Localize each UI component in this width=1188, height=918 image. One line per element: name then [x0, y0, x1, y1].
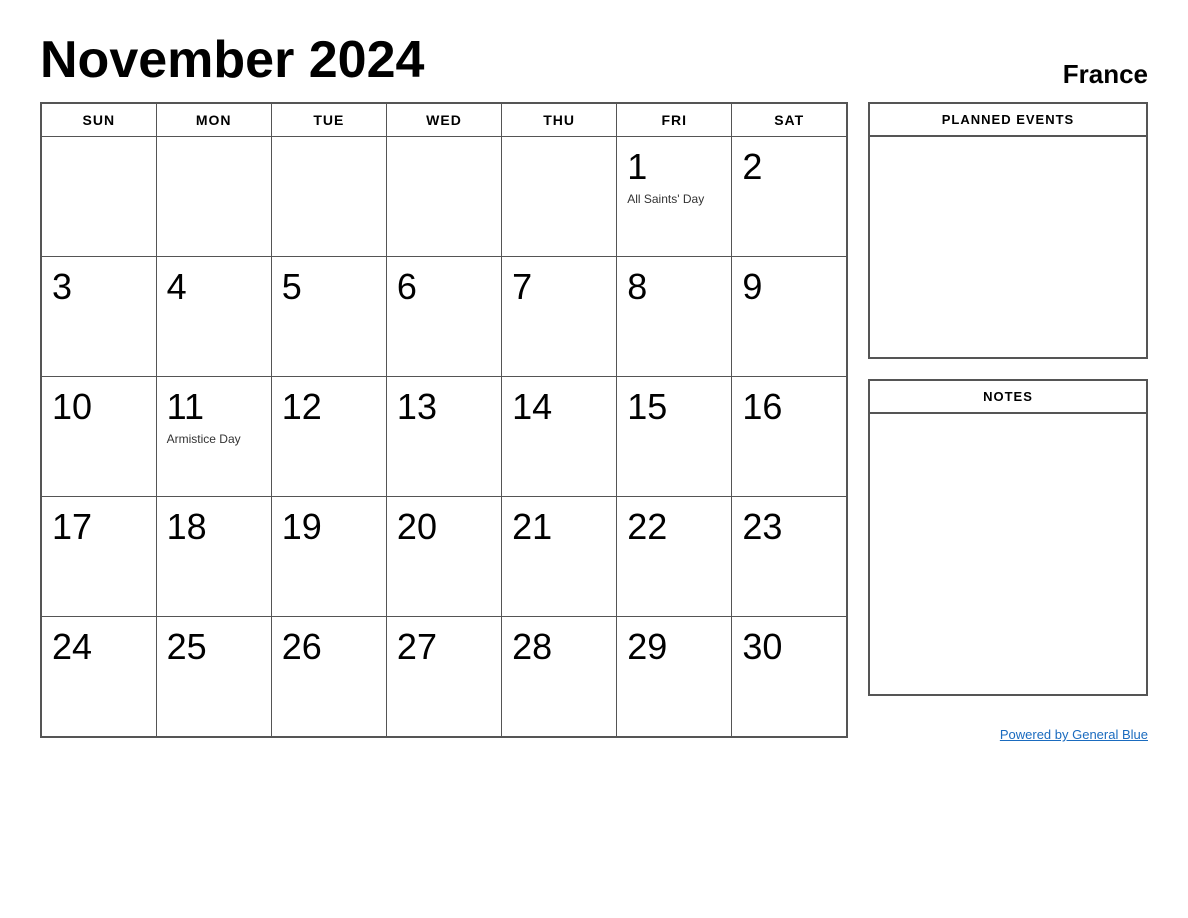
- calendar-cell: 14: [502, 377, 617, 497]
- calendar-table: SUNMONTUEWEDTHUFRISAT 1All Saints' Day23…: [40, 102, 848, 738]
- weekday-header-sat: SAT: [732, 103, 847, 137]
- day-number: 25: [167, 625, 261, 668]
- calendar-cell: 27: [386, 617, 501, 737]
- calendar-cell: 18: [156, 497, 271, 617]
- calendar-week-0: 1 All Saints' Day 2: [41, 137, 847, 257]
- calendar-cell: 4: [156, 257, 271, 377]
- notes-content: [870, 414, 1146, 694]
- calendar-cell: [41, 137, 156, 257]
- day-number: 16: [742, 385, 836, 428]
- calendar-cell: 29: [617, 617, 732, 737]
- day-number: 20: [397, 505, 491, 548]
- planned-events-box: PLANNED EVENTS: [868, 102, 1148, 359]
- planned-events-content: [870, 137, 1146, 357]
- calendar-cell: 9: [732, 257, 847, 377]
- calendar-cell: [156, 137, 271, 257]
- weekday-header-sun: SUN: [41, 103, 156, 137]
- calendar-cell: 28: [502, 617, 617, 737]
- calendar-cell: 15: [617, 377, 732, 497]
- calendar-cell: 3: [41, 257, 156, 377]
- day-number: 14: [512, 385, 606, 428]
- day-number: 17: [52, 505, 146, 548]
- calendar-cell: 23: [732, 497, 847, 617]
- weekday-header-thu: THU: [502, 103, 617, 137]
- calendar-cell: 20: [386, 497, 501, 617]
- day-number: 4: [167, 265, 261, 308]
- calendar-cell: 10: [41, 377, 156, 497]
- calendar-cell: 12: [271, 377, 386, 497]
- day-number: 3: [52, 265, 146, 308]
- day-number: 24: [52, 625, 146, 668]
- main-layout: SUNMONTUEWEDTHUFRISAT 1All Saints' Day23…: [40, 102, 1148, 744]
- sidebar: PLANNED EVENTS NOTES Powered by General …: [868, 102, 1148, 744]
- day-number: 13: [397, 385, 491, 428]
- calendar-week-2: 10 11 Armistice Day 12 13 14 15 16: [41, 377, 847, 497]
- day-number: 19: [282, 505, 376, 548]
- day-number: 23: [742, 505, 836, 548]
- calendar-cell: 16: [732, 377, 847, 497]
- calendar-cell: 19: [271, 497, 386, 617]
- day-number: 30: [742, 625, 836, 668]
- notes-header: NOTES: [870, 381, 1146, 414]
- calendar-cell: 1 All Saints' Day: [617, 137, 732, 257]
- day-number: 26: [282, 625, 376, 668]
- calendar-cell: 24: [41, 617, 156, 737]
- calendar-cell: 2: [732, 137, 847, 257]
- day-number: 21: [512, 505, 606, 548]
- weekday-header-mon: MON: [156, 103, 271, 137]
- calendar-cell: 30: [732, 617, 847, 737]
- calendar-week-3: 17 18 19 20 21 22 23: [41, 497, 847, 617]
- calendar-cell: 26: [271, 617, 386, 737]
- calendar-week-4: 24 25 26 27 28 29 30: [41, 617, 847, 737]
- day-number: 8: [627, 265, 721, 308]
- day-number: 9: [742, 265, 836, 308]
- weekday-header-wed: WED: [386, 103, 501, 137]
- day-number: 5: [282, 265, 376, 308]
- footer: Powered by General Blue: [868, 726, 1148, 744]
- day-number: 10: [52, 385, 146, 428]
- day-number: 22: [627, 505, 721, 548]
- day-number: 2: [742, 145, 836, 188]
- planned-events-header: PLANNED EVENTS: [870, 104, 1146, 137]
- day-number: 1: [627, 145, 721, 188]
- day-number: 6: [397, 265, 491, 308]
- day-number: 7: [512, 265, 606, 308]
- calendar-week-1: 3456789: [41, 257, 847, 377]
- weekday-header-fri: FRI: [617, 103, 732, 137]
- calendar-cell: 5: [271, 257, 386, 377]
- day-number: 27: [397, 625, 491, 668]
- country-title: France: [1063, 59, 1148, 90]
- calendar-cell: [271, 137, 386, 257]
- calendar-cell: 13: [386, 377, 501, 497]
- day-number: 29: [627, 625, 721, 668]
- calendar-cell: 21: [502, 497, 617, 617]
- page-header: November 2024 France: [40, 30, 1148, 90]
- month-title: November 2024: [40, 30, 424, 90]
- calendar-cell: 17: [41, 497, 156, 617]
- calendar-cell: 11 Armistice Day: [156, 377, 271, 497]
- holiday-name: All Saints' Day: [627, 192, 721, 206]
- powered-by-link[interactable]: Powered by General Blue: [1000, 727, 1148, 742]
- calendar-cell: 25: [156, 617, 271, 737]
- day-number: 18: [167, 505, 261, 548]
- calendar-cell: 22: [617, 497, 732, 617]
- holiday-name: Armistice Day: [167, 432, 261, 446]
- calendar-cell: [502, 137, 617, 257]
- weekday-header-tue: TUE: [271, 103, 386, 137]
- day-number: 11: [167, 385, 261, 428]
- calendar-cell: [386, 137, 501, 257]
- day-number: 28: [512, 625, 606, 668]
- day-number: 15: [627, 385, 721, 428]
- calendar-cell: 8: [617, 257, 732, 377]
- calendar-cell: 6: [386, 257, 501, 377]
- calendar-section: SUNMONTUEWEDTHUFRISAT 1All Saints' Day23…: [40, 102, 848, 744]
- notes-box: NOTES: [868, 379, 1148, 696]
- day-number: 12: [282, 385, 376, 428]
- calendar-cell: 7: [502, 257, 617, 377]
